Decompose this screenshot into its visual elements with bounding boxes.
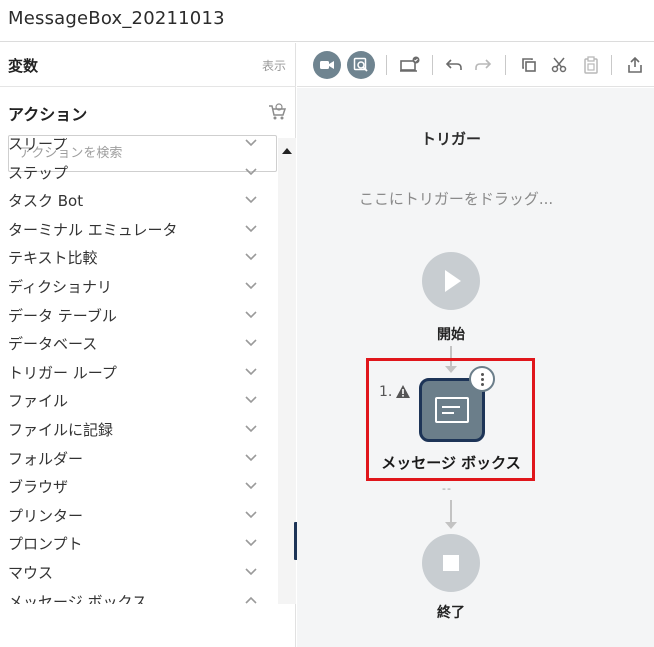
- end-node[interactable]: [422, 534, 480, 592]
- trigger-title: トリガー: [420, 130, 481, 148]
- connector-placeholder: --: [442, 482, 452, 495]
- action-category-label: テキスト比較: [8, 249, 98, 268]
- action-category-label: データベース: [8, 335, 98, 354]
- chevron-down-icon[interactable]: [244, 394, 258, 404]
- action-category-item[interactable]: マウス: [0, 557, 278, 585]
- export-icon[interactable]: [621, 51, 649, 79]
- action-category-item[interactable]: データベース: [0, 328, 278, 356]
- warning-icon: [396, 385, 410, 398]
- action-category-item[interactable]: フォルダー: [0, 443, 278, 471]
- chevron-down-icon[interactable]: [244, 251, 258, 261]
- variables-label: 変数: [8, 57, 39, 75]
- action-category-item[interactable]: テキスト比較: [0, 242, 278, 270]
- action-category-item[interactable]: メッセージ ボックス: [0, 586, 278, 604]
- action-category-label: ディクショナリ: [8, 278, 112, 296]
- chevron-down-icon[interactable]: [244, 138, 258, 147]
- action-category-item[interactable]: ファイル: [0, 385, 278, 413]
- editor-toolbar: [297, 43, 654, 87]
- paste-icon[interactable]: [577, 51, 605, 79]
- action-category-label: データ テーブル: [8, 306, 117, 325]
- action-category-item[interactable]: ターミナル エミュレータ: [0, 214, 278, 242]
- actions-cart-icon[interactable]: [266, 101, 288, 123]
- chevron-down-icon[interactable]: [244, 566, 258, 576]
- action-category-label: プロンプト: [8, 535, 83, 554]
- action-category-label: ステップ: [8, 163, 69, 182]
- message-box-icon: [435, 397, 469, 423]
- step-number: 1.: [379, 384, 393, 400]
- flow-canvas[interactable]: トリガー ここにトリガーをドラッグ... 開始 1. メッセージ ボックス --…: [297, 88, 654, 647]
- chevron-down-icon[interactable]: [244, 480, 258, 490]
- action-category-label: ブラウザ: [8, 478, 69, 497]
- action-category-item[interactable]: ディクショナリ: [0, 271, 278, 299]
- record-search-icon[interactable]: [347, 51, 375, 79]
- chevron-down-icon[interactable]: [244, 537, 258, 547]
- chevron-down-icon[interactable]: [244, 280, 258, 290]
- chevron-down-icon[interactable]: [244, 366, 258, 376]
- action-category-item[interactable]: ステップ: [0, 157, 278, 185]
- chevron-down-icon[interactable]: [244, 166, 258, 176]
- start-label: 開始: [437, 327, 465, 343]
- chevron-down-icon[interactable]: [244, 509, 258, 519]
- action-category-label: ファイルに記録: [8, 421, 114, 439]
- end-label: 終了: [437, 605, 465, 621]
- scroll-up-arrow-icon[interactable]: [282, 148, 292, 154]
- action-category-label: タスク Bot: [8, 192, 84, 211]
- chevron-down-icon[interactable]: [244, 194, 258, 204]
- action-category-item[interactable]: ファイルに記録: [0, 414, 278, 442]
- action-category-label: マウス: [8, 564, 54, 582]
- record-icon[interactable]: [313, 51, 341, 79]
- arrow-down-icon: [445, 522, 457, 529]
- action-list: スリープステップタスク Bot ターミナル エミュレータ テキスト比較 ディクショナリ…: [0, 138, 278, 604]
- message-box-label: メッセージ ボックス: [381, 454, 521, 472]
- title-bar: MessageBox_20211013: [0, 0, 654, 42]
- action-category-label: メッセージ ボックス: [8, 592, 148, 604]
- action-category-label: ファイル: [8, 392, 69, 411]
- variables-show-button[interactable]: 表示: [262, 57, 286, 74]
- action-category-label: スリープ: [8, 138, 68, 153]
- action-category-label: ターミナル エミュレータ: [8, 220, 178, 239]
- chevron-up-icon[interactable]: [244, 595, 258, 604]
- action-category-label: トリガー ループ: [8, 363, 117, 382]
- chevron-down-icon[interactable]: [244, 223, 258, 233]
- action-category-item[interactable]: プリンター: [0, 500, 278, 528]
- action-category-item[interactable]: タスク Bot: [0, 185, 278, 213]
- more-options-icon[interactable]: [469, 366, 495, 392]
- chevron-down-icon[interactable]: [244, 337, 258, 347]
- variables-section[interactable]: 変数 表示: [0, 43, 296, 87]
- chevron-down-icon[interactable]: [244, 423, 258, 433]
- stop-icon: [443, 555, 459, 571]
- action-category-item[interactable]: データ テーブル: [0, 300, 278, 328]
- redo-icon[interactable]: [469, 51, 497, 79]
- window-title: MessageBox_20211013: [8, 8, 225, 29]
- action-category-item[interactable]: プロンプト: [0, 528, 278, 556]
- chevron-down-icon[interactable]: [244, 452, 258, 462]
- action-category-item[interactable]: スリープ: [0, 138, 278, 156]
- upload-toolbar-icon[interactable]: [396, 51, 424, 79]
- action-category-item[interactable]: ブラウザ: [0, 471, 278, 499]
- undo-icon[interactable]: [440, 51, 468, 79]
- action-category-label: フォルダー: [8, 449, 84, 468]
- copy-icon[interactable]: [515, 51, 543, 79]
- action-category-label: プリンター: [8, 506, 84, 525]
- actions-title: アクション: [8, 105, 88, 124]
- cut-icon[interactable]: [545, 51, 573, 79]
- trigger-drop-zone[interactable]: ここにトリガーをドラッグ...: [297, 188, 615, 209]
- action-category-item[interactable]: トリガー ループ: [0, 357, 278, 385]
- play-icon: [445, 270, 461, 292]
- start-node[interactable]: [422, 252, 480, 310]
- chevron-down-icon[interactable]: [244, 309, 258, 319]
